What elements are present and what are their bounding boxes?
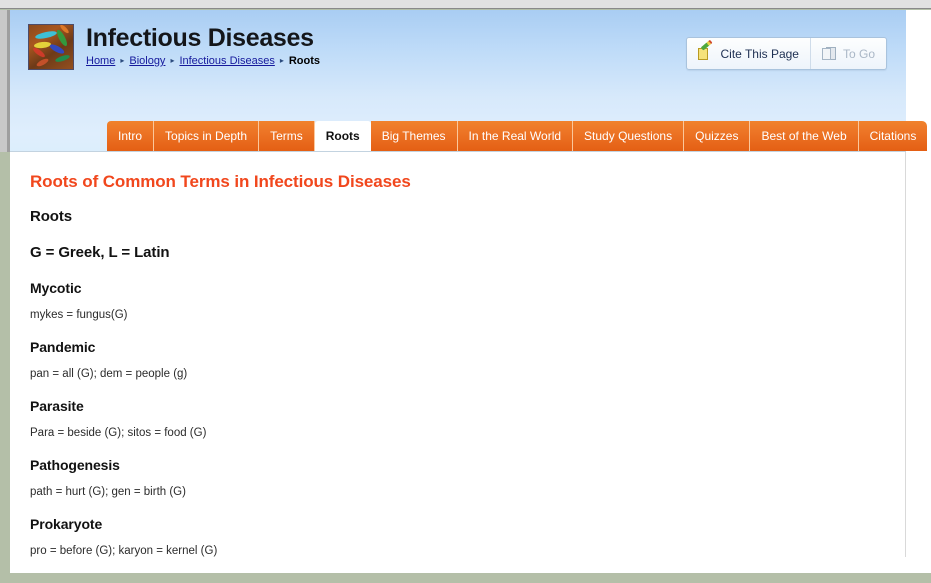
header-actions: Cite This Page To Go [686, 37, 887, 70]
root-term: Pathogenesis [30, 457, 120, 473]
section-heading-roots: Roots [30, 208, 72, 225]
tab-roots[interactable]: Roots [314, 121, 371, 151]
root-definition: Para = beside (G); sitos = food (G) [30, 427, 207, 439]
breadcrumb-item-biology[interactable]: Biology [129, 55, 165, 67]
cite-this-page-label: Cite This Page [720, 46, 799, 61]
root-definition: pro = before (G); karyon = kernel (G) [30, 545, 218, 557]
root-term: Prokaryote [30, 516, 103, 532]
root-term: Mycotic [30, 280, 82, 296]
main-nav-tabs: Intro Topics in Depth Terms Roots Big Th… [107, 121, 928, 151]
tab-quizzes[interactable]: Quizzes [684, 121, 751, 151]
breadcrumb: Home ▸ Biology ▸ Infectious Diseases ▸ R… [86, 55, 320, 67]
tab-topics-in-depth[interactable]: Topics in Depth [154, 121, 260, 151]
cite-this-page-button[interactable]: Cite This Page [687, 38, 810, 69]
tab-intro[interactable]: Intro [107, 121, 155, 151]
root-definition: pan = all (G); dem = people (g) [30, 368, 188, 380]
book-icon [821, 46, 837, 61]
brand-text-block: Infectious Diseases Home ▸ Biology ▸ Inf… [86, 24, 320, 68]
tab-in-the-real-world[interactable]: In the Real World [457, 121, 574, 151]
content-heading: Roots of Common Terms in Infectious Dise… [30, 172, 411, 191]
site-logo-icon [28, 24, 74, 70]
language-legend: G = Greek, L = Latin [30, 244, 170, 261]
tab-citations[interactable]: Citations [858, 121, 928, 151]
browser-chrome-left-inner [0, 10, 7, 152]
pencil-paper-icon [698, 39, 714, 61]
root-definition: mykes = fungus(G) [30, 309, 128, 321]
breadcrumb-item-current: Roots [288, 55, 321, 68]
browser-chrome-top [0, 0, 931, 9]
site-header: Infectious Diseases Home ▸ Biology ▸ Inf… [10, 10, 928, 152]
to-go-button[interactable]: To Go [809, 38, 886, 69]
root-term: Parasite [30, 398, 84, 414]
breadcrumb-item-infectious-diseases[interactable]: Infectious Diseases [179, 55, 274, 67]
to-go-label: To Go [842, 46, 875, 61]
site-brand: Infectious Diseases Home ▸ Biology ▸ Inf… [28, 24, 320, 70]
tab-terms[interactable]: Terms [259, 121, 315, 151]
page-title: Infectious Diseases [86, 24, 314, 52]
browser-viewport: Infectious Diseases Home ▸ Biology ▸ Inf… [10, 10, 931, 573]
breadcrumb-item-home[interactable]: Home [86, 55, 115, 67]
tab-best-of-the-web[interactable]: Best of the Web [750, 121, 859, 151]
tab-big-themes[interactable]: Big Themes [370, 121, 458, 151]
root-term: Pandemic [30, 339, 96, 355]
root-definition: path = hurt (G); gen = birth (G) [30, 486, 186, 498]
tab-study-questions[interactable]: Study Questions [573, 121, 685, 151]
desktop-background: Infectious Diseases Home ▸ Biology ▸ Inf… [0, 0, 931, 583]
breadcrumb-separator-icon: ▸ [279, 56, 284, 66]
breadcrumb-separator-icon: ▸ [120, 56, 125, 66]
breadcrumb-separator-icon: ▸ [170, 56, 175, 66]
page-content: Roots of Common Terms in Infectious Dise… [10, 152, 906, 557]
